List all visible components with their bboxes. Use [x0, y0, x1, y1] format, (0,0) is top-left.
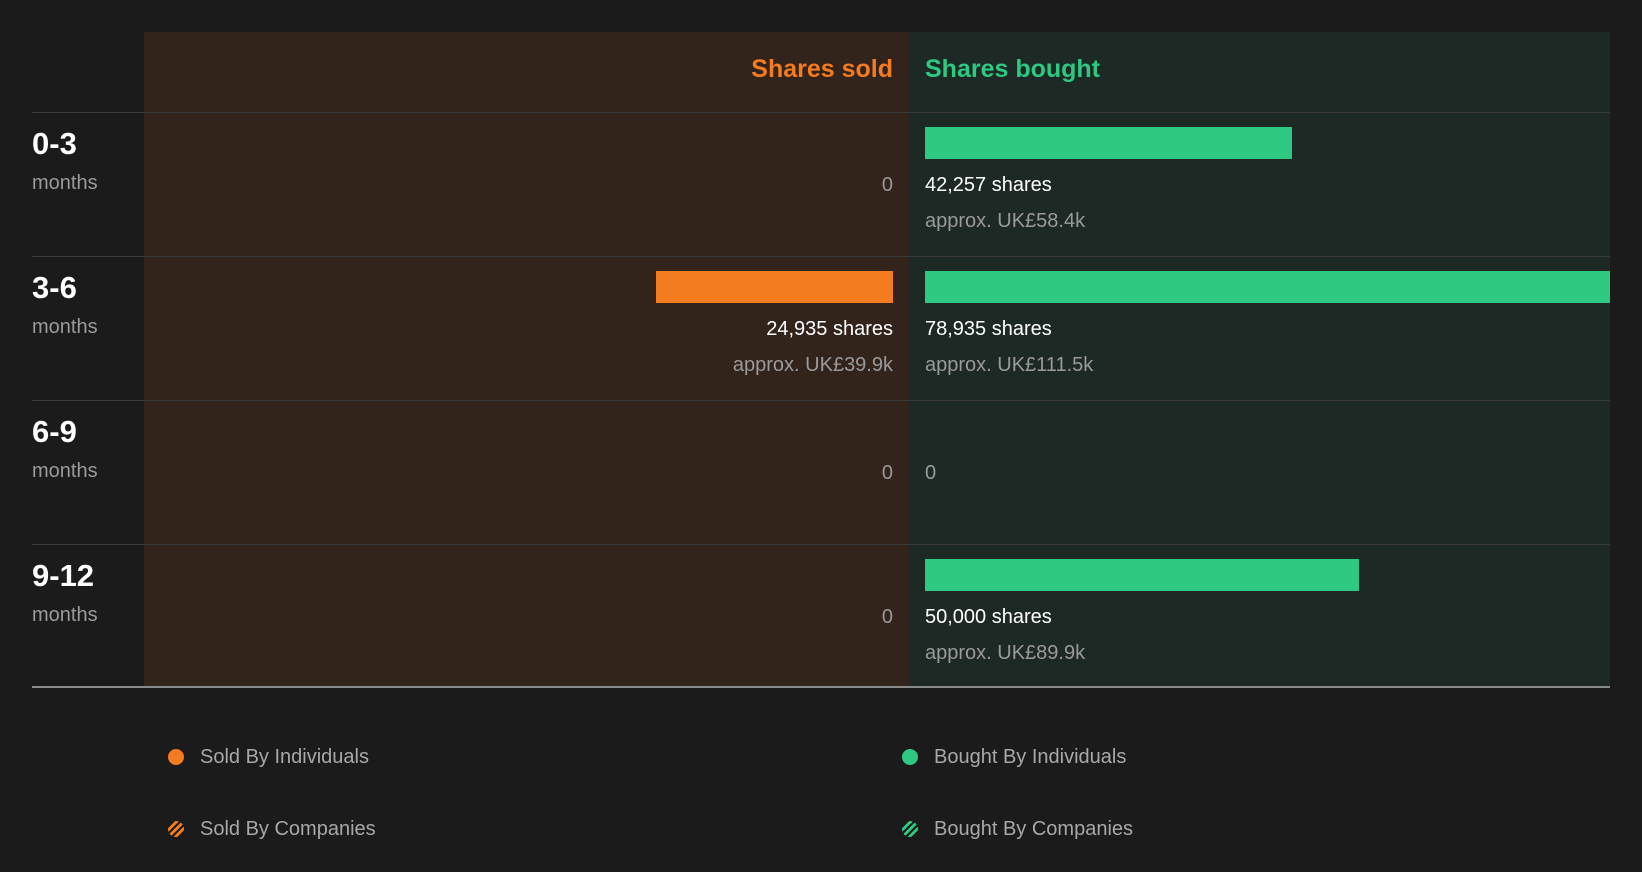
bought-bar [925, 127, 1292, 159]
period-row: 3-6 months 24,935 shares approx. UK£39.9k 78… [0, 256, 1642, 400]
period-label: 3-6 [32, 270, 77, 305]
shares-bought-header: Shares bought [925, 55, 1101, 83]
period-label: 6-9 [32, 414, 77, 449]
legend-swatch-icon [902, 821, 918, 837]
sold-approx-label: approx. UK£39.9k [732, 354, 893, 376]
legend-swatch-icon [168, 821, 184, 837]
bought-bar [925, 559, 1359, 591]
period-unit: months [32, 460, 98, 482]
bought-shares-label: 78,935 shares [925, 318, 1052, 340]
bought-shares-label: 42,257 shares [925, 174, 1052, 196]
period-label: 9-12 [32, 558, 95, 593]
bought-shares-label: 50,000 shares [925, 606, 1052, 628]
period-row: 6-9 months 0 0 [0, 400, 1642, 544]
legend-item: Sold By Individuals [168, 744, 369, 770]
period-unit: months [32, 316, 98, 338]
period-unit: months [32, 604, 98, 626]
bought-approx-label: approx. UK£89.9k [925, 642, 1086, 664]
period-unit: months [32, 172, 98, 194]
legend-label: Bought By Individuals [934, 746, 1127, 768]
bought-bar [925, 271, 1610, 303]
legend-item: Bought By Companies [902, 816, 1133, 842]
insider-trading-chart: Shares sold Shares bought 0-3 months 0 42,2… [0, 0, 1642, 700]
legend-label: Sold By Individuals [200, 746, 369, 768]
legend-swatch-icon [168, 749, 184, 765]
shares-sold-header: Shares sold [751, 55, 893, 83]
legend-label: Bought By Companies [934, 818, 1134, 840]
bought-zero-label: 0 [925, 462, 937, 484]
sold-zero-label: 0 [881, 462, 893, 484]
sold-bar [656, 271, 893, 303]
bought-approx-label: approx. UK£111.5k [925, 354, 1094, 376]
period-row: 9-12 months 0 50,000 shares approx. UK£89.9k [0, 544, 1642, 688]
legend-item: Bought By Individuals [902, 744, 1126, 770]
period-row: 0-3 months 0 42,257 shares approx. UK£58.4k [0, 112, 1642, 256]
legend-swatch-icon [902, 749, 918, 765]
sold-zero-label: 0 [881, 606, 893, 628]
bought-approx-label: approx. UK£58.4k [925, 210, 1086, 232]
legend-label: Sold By Companies [200, 818, 376, 840]
sold-zero-label: 0 [881, 174, 893, 196]
sold-shares-label: 24,935 shares [766, 318, 893, 340]
period-label: 0-3 [32, 126, 77, 161]
legend-item: Sold By Companies [168, 816, 376, 842]
